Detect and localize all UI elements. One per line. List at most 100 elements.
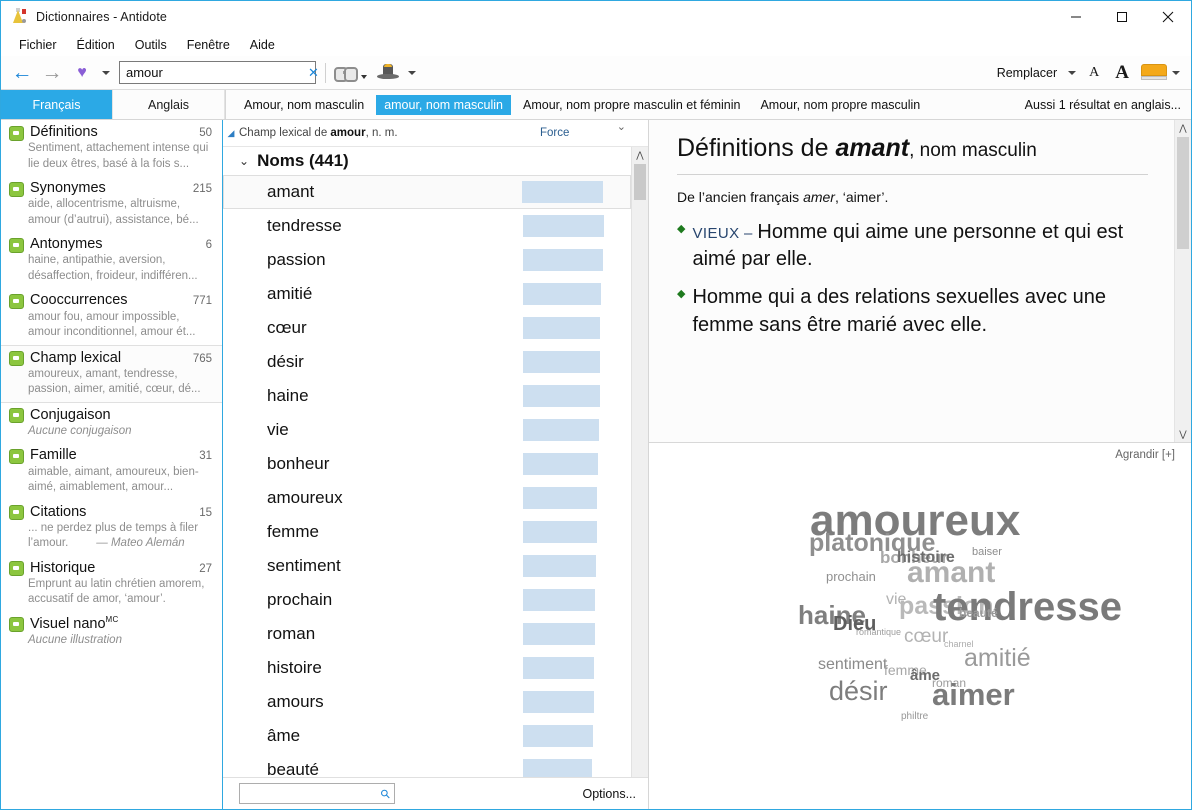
chevron-down-icon [408,70,416,75]
menu-outils[interactable]: Outils [125,36,177,54]
list-item[interactable]: vie [223,413,631,447]
sidebar-item-cooccurrences[interactable]: Cooccurrences 771 amour fou, amour impossi… [1,288,222,344]
scrollbar-thumb[interactable] [1177,137,1189,249]
menu-fenetre[interactable]: Fenêtre [177,36,240,54]
cloud-word[interactable]: amitié [964,646,1031,671]
scroll-up-icon[interactable]: ⋀ [632,147,648,163]
force-cell [523,759,631,777]
sidebar-item-visuel-nano[interactable]: Visuel nanoMC Aucune illustration [1,612,222,653]
list-item[interactable]: sentiment [223,549,631,583]
back-arrow-icon[interactable]: ← [7,60,37,86]
list-item[interactable]: cœur [223,311,631,345]
list-item[interactable]: désir [223,345,631,379]
cloud-word[interactable]: romantique [856,628,901,637]
sidebar-item-historique[interactable]: Historique 27 Emprunt au latin chrétien am… [1,556,222,612]
close-button[interactable] [1145,1,1191,33]
scroll-down-icon[interactable]: ⋁ [1175,426,1191,442]
result-tab-3[interactable]: Amour, nom propre masculin [752,95,928,115]
definition-scrollbar[interactable]: ⋀ ⋁ [1174,120,1191,442]
remplacer-dropdown-icon[interactable] [1063,60,1081,86]
list-item[interactable]: femme [223,515,631,549]
list-item[interactable]: amant [223,175,631,209]
list-search-box[interactable]: ⚲ [239,783,395,804]
cloud-word[interactable]: sentiment [818,657,887,673]
force-bar [523,453,598,475]
heart-favorites-icon[interactable]: ♥ [67,60,97,86]
cloud-word[interactable]: philtre [901,712,928,722]
remplacer-label[interactable]: Remplacer [997,66,1063,80]
list-item[interactable]: histoire [223,651,631,685]
sidebar-item-head: Historique 27 [9,559,212,577]
result-tab-1[interactable]: amour, nom masculin [376,94,511,115]
tab-francais[interactable]: Français [1,90,113,119]
highlighter-icon[interactable] [1141,64,1167,81]
list-item[interactable]: passion [223,243,631,277]
menu-aide[interactable]: Aide [240,36,285,54]
list-item[interactable]: beauté [223,753,631,777]
clear-search-icon[interactable]: ✕ [306,66,325,79]
green-book-icon [9,617,24,633]
force-bar [523,419,600,441]
list-item[interactable]: amours [223,685,631,719]
cloud-word[interactable]: aimer [932,679,1015,710]
scroll-up-icon[interactable]: ⋀ [1175,120,1191,136]
sidebar-item-count: 6 [205,239,212,252]
scrollbar-thumb[interactable] [634,164,646,200]
also-english-results-link[interactable]: Aussi 1 résultat en anglais... [1025,98,1191,112]
list-item[interactable]: bonheur [223,447,631,481]
etymology-prefix: De l’ancien français [677,188,804,205]
tab-anglais[interactable]: Anglais [113,90,225,119]
sort-indicator-icon[interactable]: ◢ [223,128,239,139]
menu-edition[interactable]: Édition [67,36,125,54]
cloud-word[interactable]: cœur [904,627,948,646]
sidebar-item-head: Antonymes 6 [9,235,212,253]
highlighter-dropdown-icon[interactable] [1167,60,1185,86]
options-link[interactable]: Options... [583,787,637,801]
maximize-button[interactable] [1099,1,1145,33]
favorites-dropdown-icon[interactable] [97,60,115,86]
force-bar [523,521,597,543]
list-item[interactable]: âme [223,719,631,753]
list-item[interactable]: haine [223,379,631,413]
list-item-word: beauté [267,760,319,777]
decrease-font-button[interactable]: A [1081,65,1107,81]
sidebar-item-antonymes[interactable]: Antonymes 6 haine, antipathie, aversion, d… [1,232,222,288]
result-tab-0[interactable]: Amour, nom masculin [236,95,372,115]
cloud-word[interactable]: beauté [959,607,998,619]
magic-hat-icon[interactable] [373,60,403,86]
magic-hat-dropdown-icon[interactable] [403,60,421,86]
list-item[interactable]: tendresse [223,209,631,243]
sidebar-item-synonymes[interactable]: Synonymes 215 aide, allocentrisme, altruis… [1,176,222,232]
result-tab-2[interactable]: Amour, nom propre masculin et féminin [515,95,748,115]
cloud-word[interactable]: amant [907,558,995,588]
list-item[interactable]: prochain [223,583,631,617]
group-header-noms[interactable]: ⌄ Noms (441) [223,147,631,175]
list-item[interactable]: amoureux [223,481,631,515]
antidote-window: Dictionnaires - Antidote Fichier Édition… [0,0,1192,810]
sidebar-item-d-finitions[interactable]: Définitions 50 Sentiment, attachement inte… [1,120,222,176]
cloud-word[interactable]: prochain [826,570,876,583]
list-scrollbar[interactable]: ⋀ [631,147,648,777]
sidebar-item-conjugaison[interactable]: Conjugaison Aucune conjugaison [1,403,222,444]
sidebar-item-famille[interactable]: Famille 31 aimable, aimant, amoureux, bien… [1,443,222,499]
list-item[interactable]: roman [223,617,631,651]
green-book-icon [9,561,24,577]
forward-arrow-icon[interactable]: → [37,60,67,86]
list-item[interactable]: amitié [223,277,631,311]
minimize-button[interactable] [1053,1,1099,33]
list-search-input[interactable] [240,785,382,802]
menu-bar: Fichier Édition Outils Fenêtre Aide [1,34,1191,56]
cloud-word[interactable]: désir [829,678,888,705]
sidebar-item-citations[interactable]: Citations 15... ne perdez plus de temps à… [1,500,222,556]
etymology-suffix: , ‘aimer’. [834,188,889,205]
menu-fichier[interactable]: Fichier [9,36,67,54]
tab-strip: Français Anglais Amour, nom masculin amo… [1,90,1191,120]
search-input[interactable] [120,65,306,80]
green-book-icon [9,294,24,310]
increase-font-button[interactable]: A [1107,62,1137,84]
force-column-header[interactable]: Force ⌄ [540,121,648,139]
search-box[interactable]: ✕ [119,61,319,84]
sidebar-item-champ-lexical[interactable]: Champ lexical 765 amoureux, amant, tendres… [1,344,222,403]
heart-glyph: ♥ [77,63,87,81]
sidebar-item-count: 771 [192,295,212,308]
